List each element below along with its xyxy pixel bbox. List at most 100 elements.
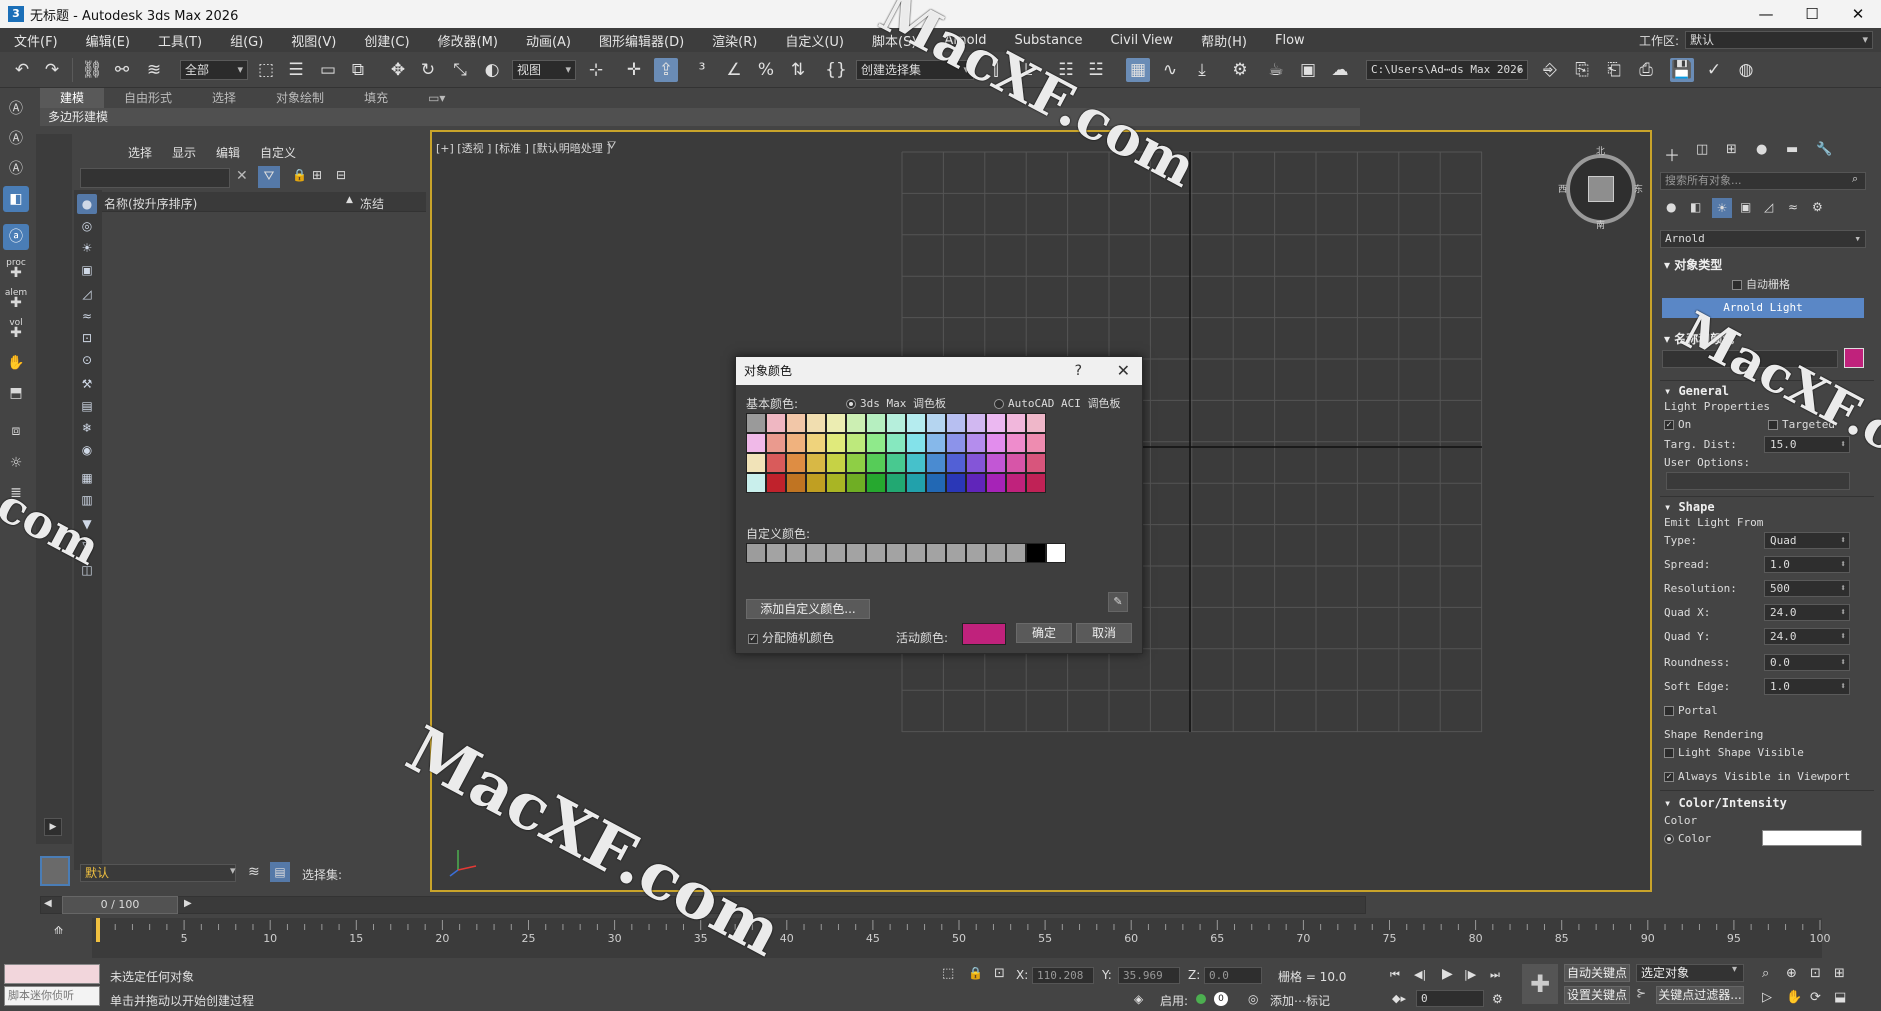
layer-icon[interactable]: ⧈ bbox=[3, 418, 29, 444]
spinner-snap-icon[interactable]: ⇅ bbox=[786, 58, 810, 82]
create-tab-icon[interactable]: ＋ bbox=[1664, 142, 1680, 166]
save-icon[interactable]: 💾 bbox=[1670, 58, 1694, 82]
systems-category-icon[interactable]: ⚙ bbox=[1812, 200, 1823, 214]
zoom-all-icon[interactable]: ⊕ bbox=[1786, 966, 1797, 981]
hand-icon[interactable]: ✋ bbox=[3, 350, 29, 376]
helpers-category-icon[interactable]: ◿ bbox=[1764, 200, 1773, 214]
basic-color-swatch[interactable] bbox=[766, 413, 786, 433]
trackbar-filter-icon[interactable]: ⟰ bbox=[54, 924, 63, 937]
palette-3dsmax-radio[interactable]: 3ds Max 调色板 bbox=[846, 395, 946, 411]
hierarchy-tab-icon[interactable]: ⊞ bbox=[1726, 142, 1737, 157]
basic-color-swatch[interactable] bbox=[946, 433, 966, 453]
menu-rendering[interactable]: 渲染(R) bbox=[698, 31, 771, 50]
ribbon-tab-populate[interactable]: 填充 bbox=[344, 88, 408, 108]
menu-create[interactable]: 创建(C) bbox=[350, 31, 423, 50]
ribbon-tab-freeform[interactable]: 自由形式 bbox=[104, 88, 192, 108]
layer-dropdown[interactable]: 默认 bbox=[80, 864, 236, 882]
basic-color-swatch[interactable] bbox=[906, 433, 926, 453]
basic-color-swatch[interactable] bbox=[946, 453, 966, 473]
basic-color-swatch[interactable] bbox=[1006, 473, 1026, 493]
render-setup-icon[interactable]: ☕ bbox=[1264, 58, 1288, 82]
time-prev-icon[interactable]: ◀ bbox=[44, 898, 52, 909]
maximize-button[interactable]: ☐ bbox=[1789, 0, 1835, 28]
auto-grid-check-icon[interactable] bbox=[1732, 280, 1742, 290]
key-filter-icon[interactable]: ⊱ bbox=[1636, 986, 1646, 1000]
ribbon-tab-object-paint[interactable]: 对象绘制 bbox=[256, 88, 344, 108]
project-folder-icon[interactable]: ⎗ bbox=[1602, 58, 1626, 82]
basic-color-swatch[interactable] bbox=[846, 453, 866, 473]
track-bar[interactable]: 5 10 15 20 25 30 35 40 45 50 55 60 65 70 75 80 85 90 95 100 bbox=[92, 918, 1831, 958]
modify-tab-icon[interactable]: ◫ bbox=[1696, 142, 1708, 157]
time-next-icon[interactable]: ▶ bbox=[184, 898, 192, 909]
spacewarps-category-icon[interactable]: ≈ bbox=[1788, 200, 1798, 214]
previous-frame-icon[interactable]: ◀| bbox=[1414, 968, 1426, 981]
explorer-tab-display[interactable]: 显示 bbox=[172, 144, 196, 161]
cameras-category-icon[interactable]: ▣ bbox=[1740, 200, 1751, 214]
basic-color-swatch[interactable] bbox=[966, 473, 986, 493]
active-color-swatch[interactable] bbox=[962, 623, 1006, 645]
placement-icon[interactable]: ◐ bbox=[480, 58, 504, 82]
menu-animation[interactable]: 动画(A) bbox=[512, 31, 585, 50]
filter-geometry-icon[interactable]: ● bbox=[77, 194, 97, 214]
utilities-tab-icon[interactable]: 🔧 bbox=[1816, 142, 1832, 157]
workspace-dropdown[interactable]: 默认 bbox=[1685, 31, 1873, 49]
project-path-dropdown[interactable]: C:\Users\Ad⋯ds Max 2026 bbox=[1366, 60, 1528, 80]
basic-color-swatch[interactable] bbox=[926, 413, 946, 433]
custom-color-swatch[interactable] bbox=[946, 543, 966, 563]
basic-color-swatch[interactable] bbox=[806, 473, 826, 493]
selection-key-dropdown[interactable]: 选定对象 bbox=[1636, 964, 1744, 982]
absolute-mode-icon[interactable]: ⊡ bbox=[994, 966, 1005, 981]
basic-color-swatch[interactable] bbox=[946, 413, 966, 433]
custom-color-swatch[interactable] bbox=[966, 543, 986, 563]
vol-icon[interactable]: vol ✚ bbox=[3, 316, 29, 342]
filter-bones-icon[interactable]: ⚒ bbox=[77, 374, 97, 394]
custom-color-swatch[interactable] bbox=[1046, 543, 1066, 563]
color-intensity-header[interactable]: ▾ Color/Intensity bbox=[1664, 796, 1787, 810]
hierarchy-collapse-icon[interactable]: ⊟ bbox=[336, 168, 346, 182]
selection-filter-dropdown[interactable]: 全部 bbox=[180, 60, 248, 80]
basic-color-swatch[interactable] bbox=[966, 433, 986, 453]
basic-color-swatch[interactable] bbox=[906, 413, 926, 433]
filter-groups-icon[interactable]: ⊡ bbox=[77, 328, 97, 348]
menu-help[interactable]: 帮助(H) bbox=[1187, 31, 1261, 50]
basic-color-swatch[interactable] bbox=[1026, 453, 1046, 473]
select-by-name-icon[interactable]: ☰ bbox=[284, 58, 308, 82]
redo-icon[interactable]: ↷ bbox=[40, 58, 64, 82]
clear-search-icon[interactable]: ✕ bbox=[236, 168, 248, 184]
basic-color-swatch[interactable] bbox=[826, 433, 846, 453]
selection-lock-icon[interactable]: 🔒 bbox=[968, 966, 983, 980]
create-text-3-icon[interactable]: Ⓐ bbox=[3, 156, 29, 182]
enable-status-dot[interactable] bbox=[1196, 994, 1206, 1004]
window-crossing-icon[interactable]: ⧉ bbox=[346, 58, 370, 82]
time-config-icon[interactable]: ⚙ bbox=[1492, 992, 1503, 1006]
basic-color-swatch[interactable] bbox=[906, 473, 926, 493]
rect-selection-icon[interactable]: ▭ bbox=[316, 58, 340, 82]
light-shape-visible-checkbox[interactable]: Light Shape Visible bbox=[1664, 746, 1804, 759]
object-color-swatch[interactable] bbox=[1844, 348, 1864, 368]
basic-color-swatch[interactable] bbox=[1006, 413, 1026, 433]
basic-color-swatch[interactable] bbox=[766, 453, 786, 473]
minimize-button[interactable]: — bbox=[1743, 0, 1789, 28]
general-header[interactable]: ▾ General bbox=[1664, 384, 1729, 398]
viewcube-face[interactable] bbox=[1588, 176, 1614, 202]
column-frozen-header[interactable]: 冻结 bbox=[360, 195, 384, 212]
filter-xrefs-icon[interactable]: ⊙ bbox=[77, 350, 97, 370]
edit-named-sets-icon[interactable]: {} bbox=[824, 58, 848, 82]
basic-color-swatch[interactable] bbox=[766, 473, 786, 493]
basic-color-swatch[interactable] bbox=[746, 413, 766, 433]
basic-color-swatch[interactable] bbox=[746, 453, 766, 473]
hierarchy-icon[interactable]: ⊞ bbox=[312, 168, 322, 182]
shape-header[interactable]: ▾ Shape bbox=[1664, 500, 1715, 514]
always-visible-check-icon[interactable]: ✓ bbox=[1664, 772, 1674, 782]
dialog-help-button[interactable]: ? bbox=[1075, 357, 1082, 385]
menu-edit[interactable]: 编辑(E) bbox=[72, 31, 144, 50]
viewcube-north-label[interactable]: 北 bbox=[1596, 144, 1605, 157]
proc-icon[interactable]: proc ✚ bbox=[3, 256, 29, 282]
viewcube[interactable]: 北 西 东 南 bbox=[1558, 147, 1643, 231]
filter-spacewarps-icon[interactable]: ≈ bbox=[77, 306, 97, 326]
y-coord-field[interactable]: 35.969 bbox=[1118, 967, 1180, 984]
curve-editor-icon[interactable]: ∿ bbox=[1158, 58, 1182, 82]
filter-list-icon[interactable]: ▦ bbox=[77, 468, 97, 488]
maximize-viewport-icon[interactable]: ⬓ bbox=[1834, 990, 1846, 1005]
ok-button[interactable]: 确定 bbox=[1016, 623, 1072, 643]
